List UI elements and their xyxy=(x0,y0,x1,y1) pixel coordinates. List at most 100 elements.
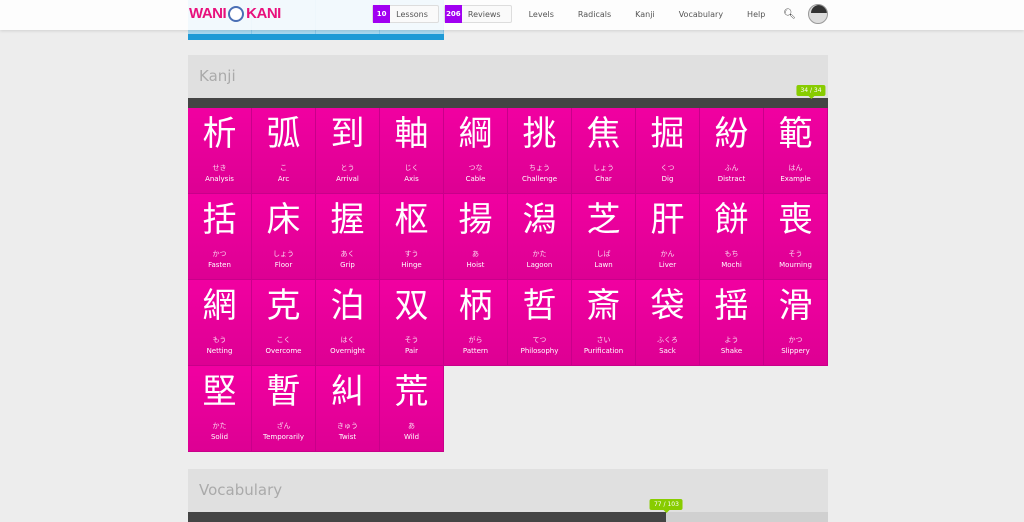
kanji-item[interactable]: 喪そう Mourning xyxy=(764,194,828,280)
kanji-meaning: Hinge xyxy=(401,261,422,269)
kanji-meaning: Wild xyxy=(403,433,420,441)
kanji-item[interactable]: 滑かつ Slippery xyxy=(764,280,828,366)
kanji-meaning: Purification xyxy=(583,347,624,355)
kanji-reading: そう xyxy=(404,336,419,344)
kanji-character: 焦 xyxy=(586,114,621,154)
nav-kanji[interactable]: Kanji xyxy=(635,10,655,19)
kanji-reading: あく xyxy=(340,250,355,258)
kanji-progress-bar: 34 / 34 xyxy=(188,85,828,108)
kanji-meaning: Temporarily xyxy=(262,433,304,441)
nav-radicals[interactable]: Radicals xyxy=(578,10,611,19)
kanji-grid: 析せき Analysis 弧こ Arc 到とう Arrival 軸じく Axis 綱つな Cabl… xyxy=(188,108,828,452)
kanji-meaning: Cable xyxy=(465,175,486,183)
kanji-meaning: Slippery xyxy=(781,347,810,355)
kanji-reading: かた xyxy=(212,422,227,430)
kanji-meaning: Shake xyxy=(720,347,743,355)
kanji-item[interactable]: 網もう Netting xyxy=(188,280,252,366)
kanji-item[interactable]: 芝しば Lawn xyxy=(572,194,636,280)
kanji-item[interactable]: 荒あ Wild xyxy=(380,366,444,452)
kanji-item[interactable]: 焦しょう Char xyxy=(572,108,636,194)
vocabulary-progress-bar: 77 / 103 xyxy=(188,499,828,522)
kanji-section: Kanji 34 / 34 析せき Analysis 弧こ Arc 到とう Arrival… xyxy=(188,55,828,452)
kanji-item[interactable]: 握あく Grip xyxy=(316,194,380,280)
kanji-progress-label: 34 / 34 xyxy=(796,85,826,99)
kanji-character: 掘 xyxy=(650,114,685,154)
kanji-item[interactable]: 肝かん Liver xyxy=(636,194,700,280)
kanji-character: 荒 xyxy=(394,372,429,412)
kanji-character: 柄 xyxy=(458,286,493,326)
kanji-character: 挑 xyxy=(522,114,557,154)
kanji-item[interactable]: 床しょう Floor xyxy=(252,194,316,280)
kanji-reading: こく xyxy=(276,336,291,344)
kanji-reading: くつ xyxy=(660,164,675,172)
nav-levels[interactable]: Levels xyxy=(529,10,554,19)
kanji-character: 芝 xyxy=(586,200,621,240)
kanji-item[interactable]: 括かつ Fasten xyxy=(188,194,252,280)
kanji-item[interactable]: 哲てつ Philosophy xyxy=(508,280,572,366)
kanji-meaning: Mochi xyxy=(721,261,742,269)
kanji-reading: よう xyxy=(724,336,739,344)
kanji-item[interactable]: 到とう Arrival xyxy=(316,108,380,194)
kanji-meaning: Char xyxy=(595,175,612,183)
lessons-button[interactable]: 10 Lessons xyxy=(372,5,439,23)
kanji-meaning: Mourning xyxy=(779,261,812,269)
kanji-item[interactable]: 斎さい Purification xyxy=(572,280,636,366)
kanji-reading: かん xyxy=(660,250,675,258)
kanji-item[interactable]: 暫ざん Temporarily xyxy=(252,366,316,452)
avatar[interactable] xyxy=(808,4,828,24)
reviews-count: 206 xyxy=(444,5,462,23)
kanji-item[interactable]: 弧こ Arc xyxy=(252,108,316,194)
kanji-reading: きゅう xyxy=(337,422,358,430)
kanji-item[interactable]: 糾きゅう Twist xyxy=(316,366,380,452)
kanji-item[interactable]: 双そう Pair xyxy=(380,280,444,366)
kanji-reading: しょう xyxy=(273,250,294,258)
kanji-meaning: Arrival xyxy=(336,175,359,183)
kanji-item[interactable]: 泊はく Overnight xyxy=(316,280,380,366)
kanji-item[interactable]: 枢すう Hinge xyxy=(380,194,444,280)
kanji-item[interactable]: 克こく Overcome xyxy=(252,280,316,366)
kanji-item[interactable]: 範はん Example xyxy=(764,108,828,194)
kanji-reading: ふん xyxy=(724,164,739,172)
kanji-character: 堅 xyxy=(202,372,237,412)
kanji-meaning: Twist xyxy=(338,433,357,441)
kanji-reading: あ xyxy=(472,250,479,258)
reviews-button[interactable]: 206 Reviews xyxy=(443,5,512,23)
search-icon[interactable]: 🔍︎ xyxy=(783,9,796,20)
lessons-label: Lessons xyxy=(396,9,428,19)
kanji-item[interactable]: 餅もち Mochi xyxy=(700,194,764,280)
kanji-character: 析 xyxy=(202,114,237,154)
kanji-reading: しば xyxy=(596,250,611,258)
kanji-item[interactable]: 堅かた Solid xyxy=(188,366,252,452)
kanji-meaning: Overnight xyxy=(330,347,365,355)
kanji-character: 哲 xyxy=(522,286,557,326)
kanji-item[interactable]: 柄がら Pattern xyxy=(444,280,508,366)
kanji-item[interactable]: 軸じく Axis xyxy=(380,108,444,194)
kanji-item[interactable]: 挑ちょう Challenge xyxy=(508,108,572,194)
kanji-character: 綱 xyxy=(458,114,493,154)
wanikani-logo[interactable]: WANI KANI xyxy=(189,5,281,22)
nav-help[interactable]: Help xyxy=(747,10,765,19)
kanji-item[interactable]: 潟かた Lagoon xyxy=(508,194,572,280)
kanji-reading: こ xyxy=(280,164,287,172)
kanji-character: 斎 xyxy=(586,286,621,326)
kanji-meaning: Floor xyxy=(274,261,293,269)
kanji-character: 喪 xyxy=(778,200,813,240)
kanji-item[interactable]: 袋ふくろ Sack xyxy=(636,280,700,366)
kanji-character: 床 xyxy=(266,200,301,240)
kanji-item[interactable]: 綱つな Cable xyxy=(444,108,508,194)
reviews-label: Reviews xyxy=(467,9,501,19)
kanji-item[interactable]: 揺よう Shake xyxy=(700,280,764,366)
kanji-item[interactable]: 掘くつ Dig xyxy=(636,108,700,194)
nav-vocabulary[interactable]: Vocabulary xyxy=(679,10,723,19)
kanji-item[interactable]: 析せき Analysis xyxy=(188,108,252,194)
kanji-reading: がら xyxy=(468,336,483,344)
kanji-item[interactable]: 揚あ Hoist xyxy=(444,194,508,280)
kanji-meaning: Grip xyxy=(340,261,355,269)
kanji-item[interactable]: 紛ふん Distract xyxy=(700,108,764,194)
kanji-reading: ちょう xyxy=(529,164,550,172)
kanji-reading: かた xyxy=(532,250,547,258)
crabigator-icon xyxy=(228,5,245,22)
kanji-character: 肝 xyxy=(650,200,685,240)
kanji-meaning: Fasten xyxy=(208,261,231,269)
kanji-meaning: Axis xyxy=(404,175,419,183)
